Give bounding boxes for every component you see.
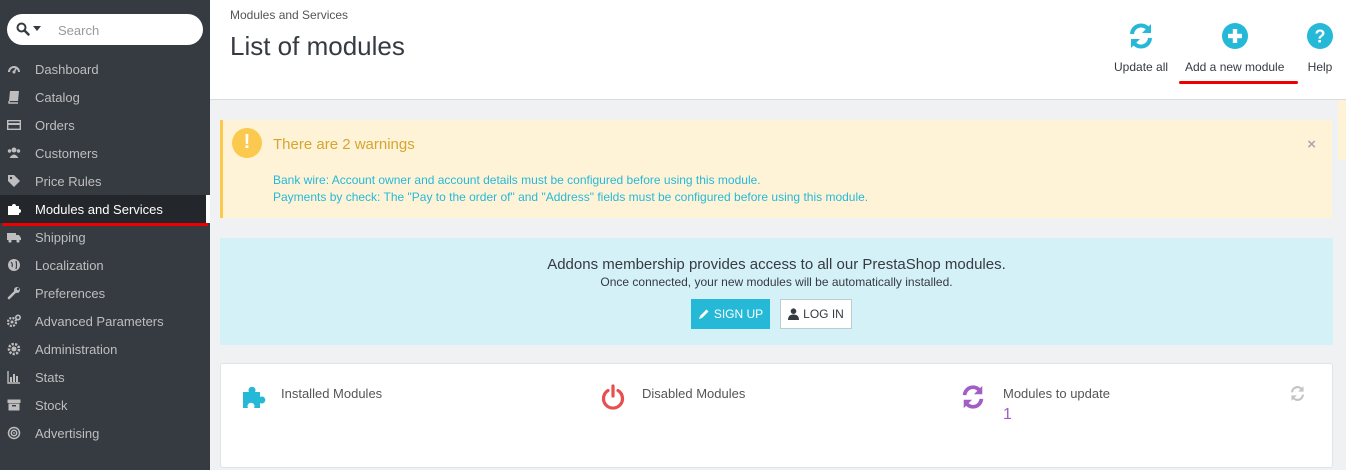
warning-message[interactable]: Payments by check: The "Pay to the order… xyxy=(273,190,868,204)
gear-icon xyxy=(7,342,21,356)
plus-circle-icon xyxy=(1221,23,1248,49)
add-module-button[interactable]: Add a new module xyxy=(1185,22,1284,74)
sidebar-item-stats[interactable]: Stats xyxy=(0,363,210,391)
module-stats-panel: Installed Modules Disabled Modules Modul… xyxy=(220,363,1333,468)
bullseye-icon xyxy=(7,426,21,440)
sidebar-item-label: Dashboard xyxy=(35,62,99,77)
sidebar-item-dashboard[interactable]: Dashboard xyxy=(0,55,210,83)
sidebar-item-label: Advertising xyxy=(35,426,100,441)
addons-title: Addons membership provides access to all… xyxy=(547,256,1006,273)
sidebar-item-label: Stats xyxy=(35,370,65,385)
sidebar-item-catalog[interactable]: Catalog xyxy=(0,83,210,111)
cogs-icon xyxy=(7,314,21,328)
log-in-button[interactable]: LOG IN xyxy=(780,299,852,329)
sidebar-item-label: Administration xyxy=(35,342,118,357)
sidebar-item-administration[interactable]: Administration xyxy=(0,335,210,363)
breadcrumb[interactable]: Modules and Services xyxy=(230,8,348,22)
addons-panel: Addons membership provides access to all… xyxy=(220,238,1333,345)
add-module-label: Add a new module xyxy=(1185,60,1285,74)
globe-icon xyxy=(8,259,20,271)
update-all-button[interactable]: Update all xyxy=(1114,22,1168,74)
installed-modules-label: Installed Modules xyxy=(281,386,383,401)
refresh-stats-button[interactable] xyxy=(1289,385,1306,405)
highlight-underline xyxy=(2,223,208,226)
refresh-icon xyxy=(962,385,984,409)
search-input[interactable] xyxy=(56,20,200,40)
modules-to-update-label: Modules to update xyxy=(1003,386,1110,401)
warning-title: There are 2 warnings xyxy=(273,136,415,153)
sidebar-item-advanced-parameters[interactable]: Advanced Parameters xyxy=(0,307,210,335)
sidebar-item-stock[interactable]: Stock xyxy=(0,391,210,419)
user-icon xyxy=(788,308,800,320)
refresh-icon xyxy=(1290,386,1305,401)
addons-subtitle: Once connected, your new modules will be… xyxy=(600,275,953,289)
users-icon xyxy=(7,147,21,158)
sidebar-item-label: Customers xyxy=(35,146,98,161)
help-button[interactable]: ? Help xyxy=(1306,22,1334,74)
sidebar-menu: Dashboard Catalog Orders Customers Price… xyxy=(0,55,210,447)
close-icon[interactable]: × xyxy=(1307,136,1316,153)
highlight-underline xyxy=(1179,81,1298,84)
sidebar-item-modules-and-services[interactable]: Modules and Services xyxy=(0,195,210,223)
warning-icon: ! xyxy=(232,128,262,158)
sidebar-item-label: Catalog xyxy=(35,90,80,105)
puzzle-icon xyxy=(243,386,266,408)
page-title: List of modules xyxy=(230,31,405,61)
sidebar-item-label: Shipping xyxy=(35,230,86,245)
archive-icon xyxy=(7,399,21,411)
sidebar-item-label: Orders xyxy=(35,118,75,133)
book-icon xyxy=(8,91,19,104)
sidebar-item-label: Modules and Services xyxy=(35,202,163,217)
sidebar-item-preferences[interactable]: Preferences xyxy=(0,279,210,307)
sign-up-label: SIGN UP xyxy=(713,307,764,321)
credit-card-icon xyxy=(7,120,21,131)
sidebar-item-localization[interactable]: Localization xyxy=(0,251,210,279)
sidebar-item-label: Price Rules xyxy=(35,174,102,189)
sidebar-item-customers[interactable]: Customers xyxy=(0,139,210,167)
tags-icon xyxy=(8,175,20,187)
dashboard-icon xyxy=(8,66,20,74)
refresh-icon xyxy=(1130,23,1153,49)
search-box[interactable] xyxy=(7,14,203,45)
sidebar-item-advertising[interactable]: Advertising xyxy=(0,419,210,447)
truck-icon xyxy=(7,233,21,243)
log-in-label: LOG IN xyxy=(803,307,844,321)
warning-alert: ! There are 2 warnings Bank wire: Accoun… xyxy=(220,120,1332,218)
bar-chart-icon xyxy=(7,371,20,384)
sidebar-item-price-rules[interactable]: Price Rules xyxy=(0,167,210,195)
power-icon xyxy=(601,384,625,410)
sidebar-item-label: Preferences xyxy=(35,286,106,301)
sidebar-item-label: Stock xyxy=(35,398,68,413)
search-icon[interactable] xyxy=(16,22,30,36)
puzzle-icon xyxy=(8,204,21,215)
wrench-icon xyxy=(7,287,20,300)
disabled-modules-label: Disabled Modules xyxy=(642,386,746,401)
sidebar-item-label: Localization xyxy=(35,258,104,273)
sidebar-item-shipping[interactable]: Shipping xyxy=(0,223,210,251)
sidebar: Dashboard Catalog Orders Customers Price… xyxy=(0,0,210,470)
modules-to-update-count[interactable]: 1 xyxy=(1003,406,1012,424)
help-label: Help xyxy=(1307,60,1333,74)
pencil-icon xyxy=(698,309,709,319)
help-icon: ? xyxy=(1307,23,1333,49)
sidebar-item-orders[interactable]: Orders xyxy=(0,111,210,139)
svg-text:?: ? xyxy=(1315,27,1326,47)
sign-up-button[interactable]: SIGN UP xyxy=(691,299,770,329)
warning-message[interactable]: Bank wire: Account owner and account det… xyxy=(273,173,761,187)
sidebar-item-label: Advanced Parameters xyxy=(35,314,164,329)
update-all-label: Update all xyxy=(1114,60,1169,74)
scrollbar[interactable] xyxy=(1338,100,1346,160)
chevron-down-icon[interactable] xyxy=(33,26,41,31)
page-header: Modules and Services List of modules Upd… xyxy=(210,0,1346,100)
